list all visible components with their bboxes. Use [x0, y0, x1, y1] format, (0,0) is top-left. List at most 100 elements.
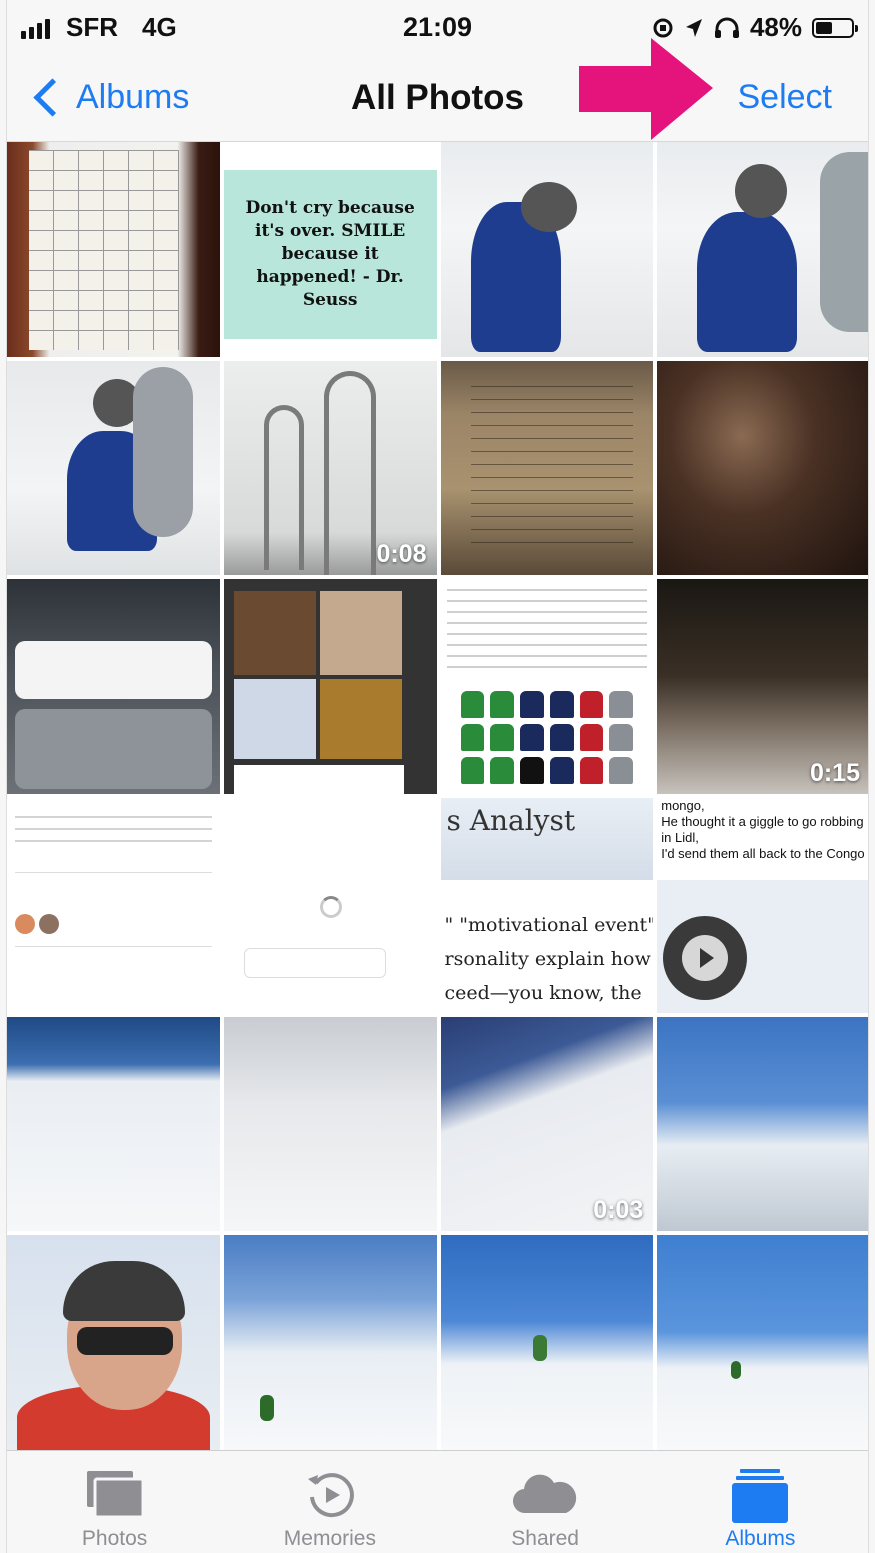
hoodie-swatch [460, 757, 485, 784]
comment-box [243, 948, 386, 978]
photo-thumbnail[interactable] [7, 579, 220, 794]
photo-thumbnail[interactable] [7, 1016, 220, 1232]
tab-label: Albums [725, 1527, 796, 1550]
photo-thumbnail[interactable] [7, 798, 220, 1013]
tab-photos[interactable]: Photos [7, 1451, 222, 1553]
collage-image [319, 679, 402, 760]
photo-thumbnail[interactable]: mongo, He thought it a giggle to go robb… [657, 798, 868, 1013]
loading-spinner-icon [319, 896, 342, 918]
battery-icon [812, 17, 858, 38]
tab-label: Shared [511, 1527, 579, 1550]
cloud-icon [513, 1474, 577, 1514]
message-actions [15, 709, 212, 790]
hoodie-swatch [609, 691, 634, 719]
video-duration: 0:08 [376, 540, 427, 569]
hoodie-swatch [460, 691, 485, 719]
photo-thumbnail[interactable] [657, 1235, 868, 1450]
chat-line: in Lidl, [661, 830, 699, 845]
photo-thumbnail[interactable] [223, 1235, 437, 1450]
back-button[interactable]: Albums [31, 78, 189, 117]
skier-figure [731, 1361, 742, 1380]
skier-figure [697, 212, 798, 352]
tab-albums[interactable]: Albums [653, 1451, 868, 1553]
collage-image [233, 679, 316, 760]
collage-caption [233, 765, 404, 794]
photo-thumbnail[interactable]: 0:08 [223, 360, 437, 576]
hoodie-swatch [579, 757, 604, 784]
status-bar: SFR 4G 21:09 48% [7, 0, 868, 56]
rotation-lock-icon [653, 18, 673, 37]
hoodie-swatch [490, 757, 515, 784]
video-duration: 0:03 [593, 1196, 644, 1225]
photo-thumbnail[interactable] [440, 1235, 654, 1450]
tab-label: Photos [81, 1527, 148, 1550]
hoodie-swatch [490, 691, 515, 719]
snowboard-shape [820, 152, 868, 332]
tab-memories[interactable]: Memories [222, 1451, 437, 1553]
hoodie-swatch [520, 691, 544, 719]
photo-thumbnail[interactable] [657, 1016, 868, 1232]
chat-line: mongo, [661, 798, 705, 813]
collage-image [319, 591, 402, 676]
annotation-arrow-icon [579, 38, 713, 140]
photo-thumbnail[interactable] [223, 1016, 437, 1232]
helmet-shape [735, 164, 788, 218]
divider [15, 872, 212, 873]
sunglasses-shape [77, 1327, 173, 1356]
photo-thumbnail[interactable]: s Analyst " "motivational event", rsonal… [440, 798, 654, 1013]
photo-thumbnail[interactable]: 0:15 [657, 579, 868, 794]
play-icon [682, 935, 729, 981]
tab-bar: Photos Memories Shared Albums [7, 1450, 868, 1553]
hoodie-swatch [520, 724, 544, 752]
photo-thumbnail[interactable] [7, 142, 220, 357]
text-block [446, 585, 648, 678]
select-button[interactable]: Select [738, 78, 833, 117]
snowboard-shape [133, 366, 193, 537]
skier-figure [259, 1395, 274, 1422]
headphones-icon [714, 17, 739, 38]
albums-icon [732, 1469, 789, 1523]
photo-thumbnail[interactable]: Don't cry because it's over. SMILE becau… [223, 142, 437, 357]
article-banner: s Analyst [440, 798, 654, 880]
beanie-shape [63, 1261, 185, 1322]
avatar [15, 914, 35, 934]
tab-shared[interactable]: Shared [438, 1451, 653, 1553]
clip-shape [323, 370, 376, 576]
divider [15, 946, 212, 947]
article-line: " "motivational event", [444, 914, 654, 936]
chevron-left-icon [33, 78, 72, 117]
photo-thumbnail[interactable] [440, 360, 654, 576]
video-preview [663, 916, 748, 1000]
collage-image [233, 591, 316, 676]
chat-line: I'd send them all back to the Congo [661, 846, 865, 861]
hoodie-swatch [549, 691, 574, 719]
photo-thumbnail[interactable] [657, 360, 868, 576]
hoodie-swatch [579, 724, 604, 752]
photo-thumbnail[interactable]: 0:03 [440, 1016, 654, 1232]
embedded-screenshot [657, 880, 868, 1013]
photo-thumbnail[interactable] [7, 1235, 220, 1450]
article-text: " "motivational event", rsonality explai… [445, 908, 654, 1010]
hoodie-swatch [520, 757, 544, 784]
photo-thumbnail[interactable] [7, 360, 220, 576]
avatar [39, 914, 59, 934]
chat-line: He thought it a giggle to go robbing [661, 814, 864, 829]
article-line: ceed—you know, the [444, 982, 642, 1004]
photo-thumbnail[interactable] [223, 798, 437, 1013]
skier-figure [532, 1335, 547, 1362]
photo-thumbnail[interactable] [440, 579, 654, 794]
photo-thumbnail[interactable] [223, 579, 437, 794]
hoodie-swatch [579, 691, 604, 719]
clip-shape [263, 404, 304, 570]
photo-thumbnail[interactable] [440, 142, 654, 357]
photo-grid: Don't cry because it's over. SMILE becau… [7, 142, 868, 1450]
quote-text: Don't cry because it's over. SMILE becau… [223, 170, 437, 339]
article-line: rsonality explain how [444, 948, 651, 970]
photo-thumbnail[interactable] [657, 142, 868, 357]
hoodie-swatch [609, 757, 634, 784]
hoodie-swatch [609, 724, 634, 752]
chat-text: mongo, He thought it a giggle to go robb… [661, 798, 864, 862]
hoodie-swatch [490, 724, 515, 752]
helmet-shape [520, 182, 577, 232]
quiz-sheet-graphic [29, 150, 179, 350]
